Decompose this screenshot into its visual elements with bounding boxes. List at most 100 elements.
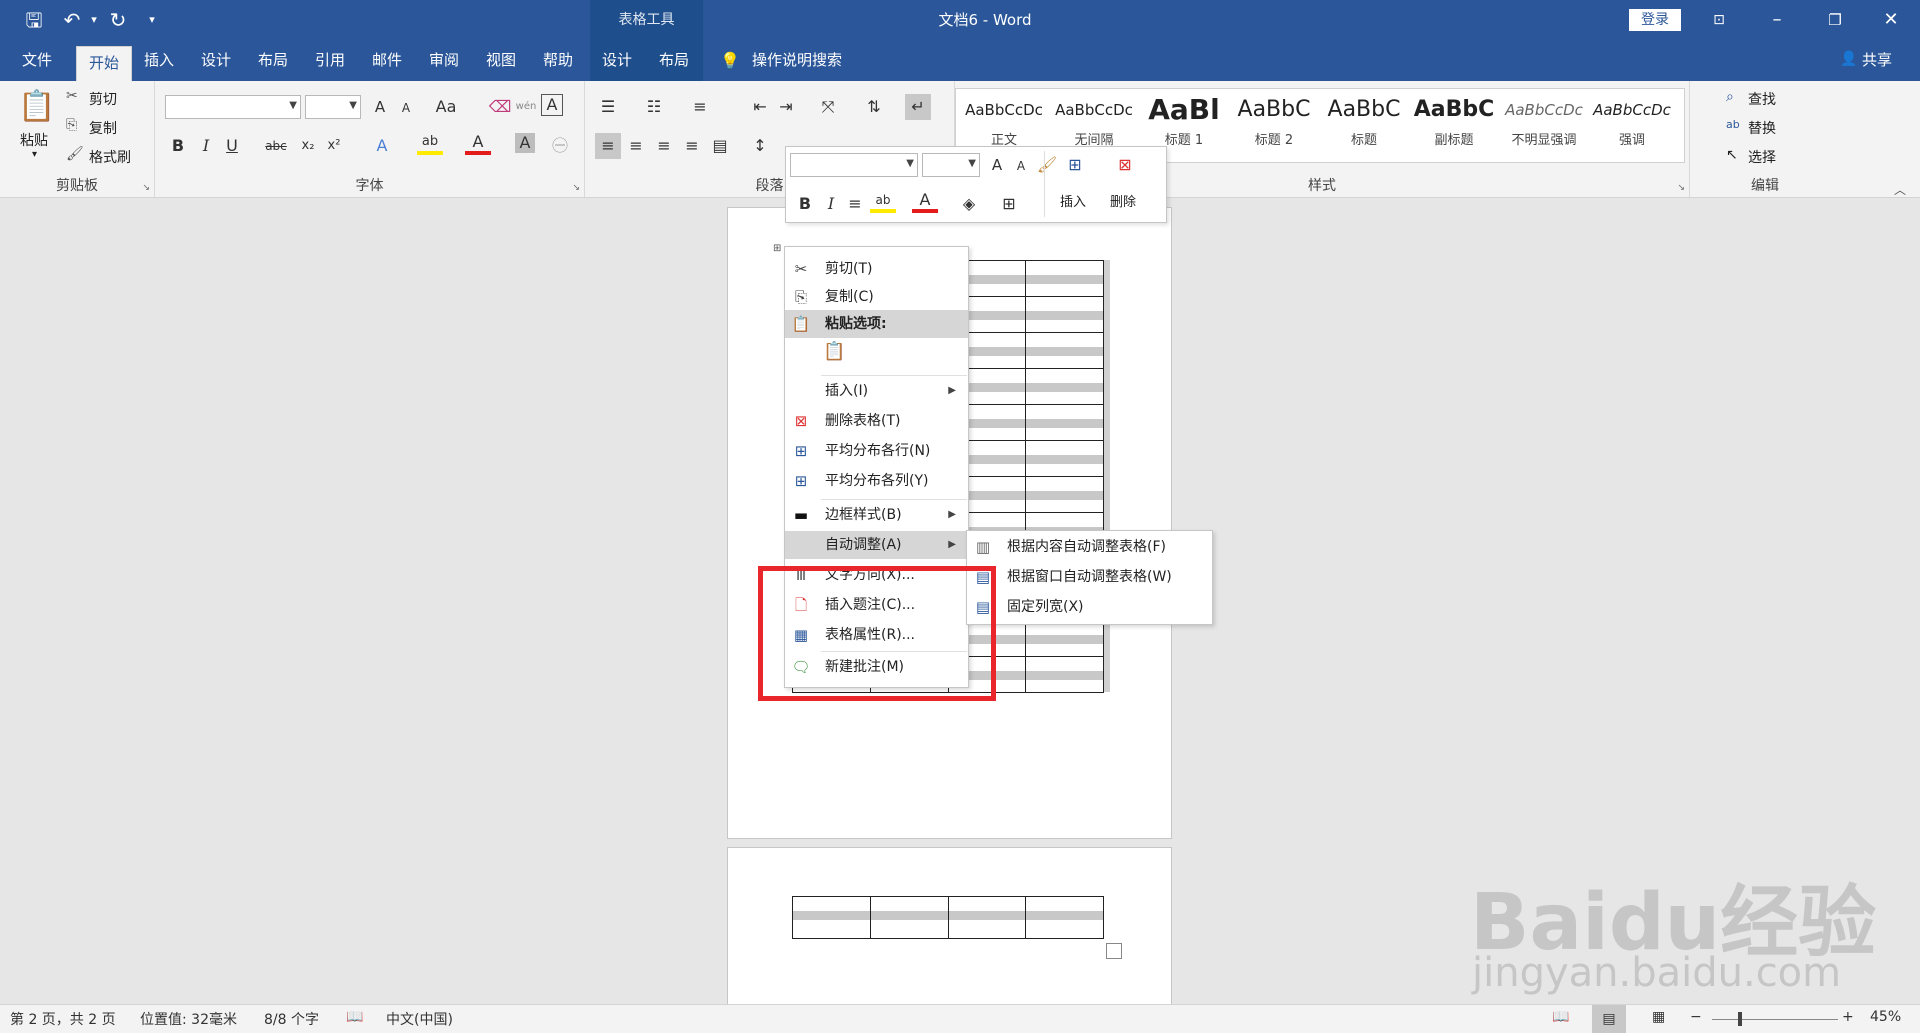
- shading-icon[interactable]: ◈: [956, 191, 982, 217]
- align-right-icon[interactable]: ≡: [651, 133, 677, 159]
- language[interactable]: 中文(中国): [386, 1009, 453, 1029]
- table-cell[interactable]: [792, 896, 871, 939]
- char-border-icon[interactable]: A: [541, 94, 563, 116]
- tab-design[interactable]: 设计: [189, 40, 243, 81]
- menu-item-distribute-columns[interactable]: ⊞ 平均分布各列(Y): [785, 467, 968, 495]
- restore-icon[interactable]: ❐: [1806, 0, 1864, 40]
- style-subtitle[interactable]: AaBbC 副标题: [1409, 91, 1499, 161]
- customize-qat-icon[interactable]: ▾: [138, 6, 166, 34]
- highlight-icon[interactable]: ab: [870, 191, 896, 213]
- minimize-icon[interactable]: –: [1748, 0, 1806, 40]
- menu-item-distribute-rows[interactable]: ⊞ 平均分布各行(N): [785, 437, 968, 465]
- paste-button[interactable]: 粘贴: [20, 130, 48, 150]
- align-left-icon[interactable]: ≡: [595, 133, 621, 159]
- table-cell[interactable]: [1025, 656, 1104, 693]
- menu-item-delete-table[interactable]: ⊠ 删除表格(T): [785, 407, 968, 435]
- table-resize-handle[interactable]: [1106, 943, 1122, 959]
- table-cell[interactable]: [1025, 440, 1104, 477]
- zoom-out-icon[interactable]: −: [1690, 1009, 1702, 1025]
- menu-item-autofit-contents[interactable]: ▥ 根据内容自动调整表格(F): [967, 533, 1212, 561]
- style-subtle-emphasis[interactable]: AaBbCcDc 不明显强调: [1499, 91, 1589, 161]
- superscript-icon[interactable]: x²: [321, 133, 347, 159]
- read-mode-icon[interactable]: 📖: [1552, 1009, 1569, 1025]
- format-painter-icon[interactable]: 🖌: [1034, 152, 1060, 178]
- menu-item-autofit-window[interactable]: ▤ 根据窗口自动调整表格(W): [967, 563, 1212, 591]
- font-size-combo[interactable]: ▼: [305, 95, 361, 119]
- mini-size-combo[interactable]: ▼: [922, 153, 980, 177]
- tab-table-layout[interactable]: 布局: [647, 40, 701, 81]
- center-icon[interactable]: ≡: [842, 191, 868, 217]
- tab-mailings[interactable]: 邮件: [360, 40, 414, 81]
- tab-insert[interactable]: 插入: [132, 40, 186, 81]
- delete-button[interactable]: 删除: [1110, 191, 1136, 210]
- delete-table-icon[interactable]: ⊠: [1112, 152, 1138, 178]
- font-color-icon[interactable]: A: [465, 133, 491, 155]
- dialog-launcher-icon[interactable]: ↘: [572, 183, 580, 193]
- chinese-layout-icon[interactable]: ⤧: [815, 94, 841, 120]
- tab-references[interactable]: 引用: [303, 40, 357, 81]
- find-button[interactable]: 查找: [1748, 89, 1776, 109]
- mini-font-combo[interactable]: ▼: [790, 153, 918, 177]
- font-name-combo[interactable]: ▼: [165, 95, 301, 119]
- grow-font-icon[interactable]: A: [984, 152, 1010, 178]
- share-button[interactable]: 共享: [1862, 40, 1892, 81]
- grow-font-icon[interactable]: A: [367, 94, 393, 120]
- align-center-icon[interactable]: ≡: [623, 133, 649, 159]
- font-color-icon[interactable]: A: [912, 191, 938, 213]
- zoom-slider[interactable]: [1712, 1019, 1838, 1020]
- menu-item-fixed-width[interactable]: ▤ 固定列宽(X): [967, 593, 1212, 621]
- style-heading-2[interactable]: AaBbC 标题 2: [1229, 91, 1319, 161]
- phonetic-guide-icon[interactable]: wén: [513, 94, 539, 120]
- tell-me-search[interactable]: 操作说明搜索: [752, 40, 842, 81]
- copy-button[interactable]: 复制: [89, 118, 117, 138]
- dialog-launcher-icon[interactable]: ↘: [142, 183, 150, 193]
- shrink-font-icon[interactable]: A: [393, 95, 419, 121]
- format-painter-button[interactable]: 格式刷: [89, 147, 131, 167]
- distributed-icon[interactable]: ▤: [707, 133, 733, 159]
- ribbon-display-icon[interactable]: ⊡: [1690, 0, 1748, 40]
- table-move-handle-icon[interactable]: ⊞: [773, 243, 781, 254]
- menu-item-copy[interactable]: ⎘ 复制(C): [785, 283, 968, 311]
- insert-table-icon[interactable]: ⊞: [1062, 152, 1088, 178]
- replace-button[interactable]: 替换: [1748, 118, 1776, 138]
- enclose-char-icon[interactable]: ㊀: [547, 133, 573, 159]
- show-marks-icon[interactable]: ↵: [905, 94, 931, 120]
- borders-icon[interactable]: ⊞: [996, 191, 1022, 217]
- zoom-slider-thumb[interactable]: [1738, 1012, 1742, 1026]
- subscript-icon[interactable]: x₂: [295, 133, 321, 159]
- cut-button[interactable]: 剪切: [89, 89, 117, 109]
- collapse-ribbon-icon[interactable]: ︿: [1894, 181, 1906, 198]
- style-emphasis[interactable]: AaBbCcDc 强调: [1589, 91, 1675, 161]
- menu-item-insert[interactable]: 插入(I) ▶: [785, 377, 968, 405]
- select-button[interactable]: 选择: [1748, 147, 1776, 167]
- table-cell[interactable]: [1025, 404, 1104, 441]
- italic-icon[interactable]: I: [818, 191, 844, 217]
- close-icon[interactable]: ✕: [1862, 0, 1920, 40]
- clear-format-icon[interactable]: ⌫: [487, 94, 513, 120]
- style-title[interactable]: AaBbC 标题: [1319, 91, 1409, 161]
- decrease-indent-icon[interactable]: ⇤: [747, 94, 773, 120]
- tab-layout[interactable]: 布局: [246, 40, 300, 81]
- tab-review[interactable]: 审阅: [417, 40, 471, 81]
- table-cell[interactable]: [1025, 368, 1104, 405]
- insert-button[interactable]: 插入: [1060, 191, 1086, 210]
- proofing-icon[interactable]: 📖: [346, 1009, 363, 1025]
- tab-help[interactable]: 帮助: [531, 40, 585, 81]
- dialog-launcher-icon[interactable]: ↘: [1677, 183, 1685, 193]
- table-cell[interactable]: [1025, 260, 1104, 297]
- sort-icon[interactable]: ⇅: [861, 94, 887, 120]
- italic-icon[interactable]: I: [193, 133, 219, 159]
- bold-icon[interactable]: B: [165, 133, 191, 159]
- underline-icon[interactable]: U: [219, 133, 245, 159]
- increase-indent-icon[interactable]: ⇥: [773, 94, 799, 120]
- tab-table-design[interactable]: 设计: [590, 40, 644, 81]
- bullets-icon[interactable]: ☰: [595, 94, 621, 120]
- char-shading-icon[interactable]: A: [515, 133, 535, 153]
- highlight-icon[interactable]: ab: [417, 133, 443, 155]
- print-layout-icon[interactable]: ▤: [1592, 1005, 1626, 1033]
- redo-icon[interactable]: ↻: [104, 6, 132, 34]
- web-layout-icon[interactable]: ▦: [1652, 1009, 1665, 1025]
- line-spacing-icon[interactable]: ↕: [747, 133, 773, 159]
- table-cell[interactable]: [947, 896, 1027, 939]
- strikethrough-icon[interactable]: abc: [261, 133, 291, 159]
